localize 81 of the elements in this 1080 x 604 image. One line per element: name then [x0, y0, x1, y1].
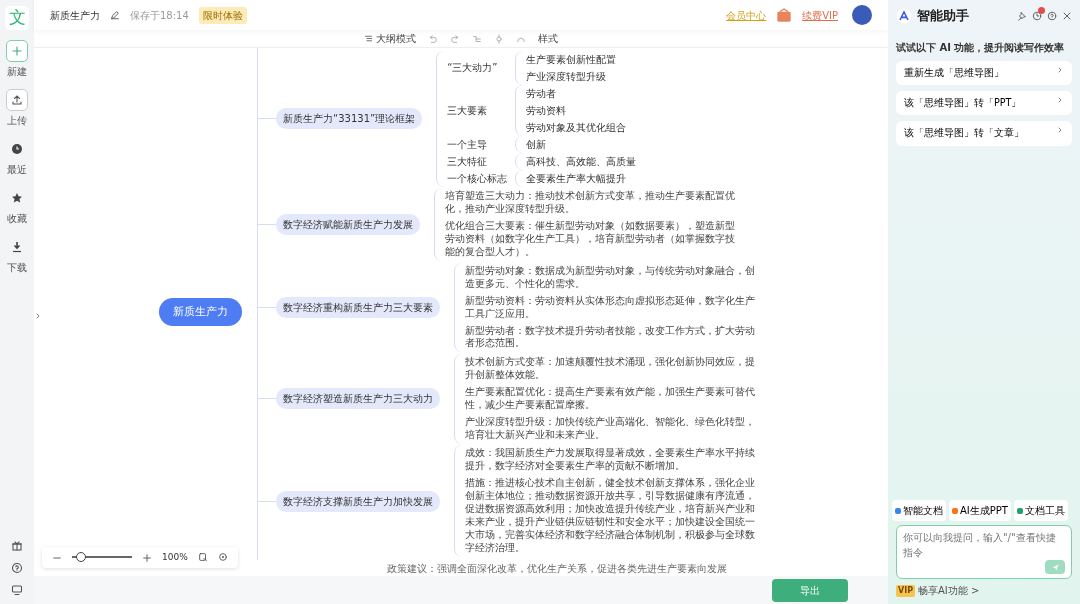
- close-button[interactable]: [1062, 10, 1072, 21]
- style-button[interactable]: 样式: [538, 33, 558, 44]
- send-icon: [1050, 562, 1060, 572]
- note-text: 新型劳动对象：数据成为新型劳动对象，与传统劳动对象融合，创造更多元、个性化的需求。: [465, 264, 756, 291]
- assistant-logo-icon: [896, 7, 912, 24]
- leaf-node[interactable]: 全要素生产率大幅提升: [526, 169, 627, 187]
- save-status: 保存于18:14: [130, 8, 189, 23]
- note-text: 新型劳动者：数字技术提升劳动者技能，改变工作方式，扩大劳动者形态范围。: [465, 324, 756, 351]
- history-button[interactable]: [1032, 10, 1042, 21]
- subtopic-node[interactable]: 一个核心标志: [447, 170, 512, 186]
- clock-icon: [1032, 10, 1042, 21]
- note-text: 成效：我国新质生产力发展取得显著成效，全要素生产率水平持续提升，数字经济对全要素生产率的贡献不断增加。: [465, 447, 756, 474]
- clock-icon: [11, 143, 23, 155]
- slider-thumb[interactable]: [76, 552, 86, 563]
- leaf-node[interactable]: 产业深度转型升级: [526, 67, 617, 85]
- leaf-node[interactable]: 创新: [526, 135, 547, 153]
- document-title: 新质生产力: [50, 8, 100, 23]
- subtopic-node[interactable]: 一个主导: [447, 136, 512, 152]
- leaf-node[interactable]: 劳动资料: [526, 101, 627, 119]
- leaf-node[interactable]: 高科技、高效能、高质量: [526, 152, 637, 170]
- star-icon: [11, 192, 23, 204]
- prompt-text: 试试以下 AI 功能，提升阅读写作效率: [896, 40, 1066, 55]
- zoom-in-button[interactable]: [142, 551, 152, 564]
- notification-dot: [1038, 6, 1045, 14]
- pin-icon: [1017, 10, 1027, 21]
- note-text: 产业深度转型升级：加快传统产业高端化、智能化、绿色化转型，培育壮大新兴产业和未来产业。: [465, 415, 756, 442]
- leaf-node[interactable]: 劳动对象及其优化组合: [526, 118, 627, 136]
- note-text: 新型劳动资料：劳动资料从实体形态向虚拟形态延伸，数字化生产工具广泛应用。: [465, 294, 756, 321]
- tool-button[interactable]: 文档工具: [1013, 500, 1068, 521]
- node-icon[interactable]: [494, 33, 504, 44]
- sidebar-item[interactable]: 收藏: [6, 187, 28, 226]
- subtopic-node[interactable]: 三大要素: [447, 102, 512, 118]
- zoom-level: 100%: [162, 550, 188, 564]
- pin-button[interactable]: [1017, 10, 1027, 21]
- leaf-node[interactable]: 生产要素创新性配置: [526, 50, 617, 68]
- plus-icon: [11, 45, 23, 57]
- note-text: 生产要素配置优化：提高生产要素有效产能，加强生产要素可替代性，减少生产要素配置摩擦。: [465, 385, 756, 412]
- note-text: 技术创新方式变革：加速颠覆性技术涌现，强化创新协同效应，提升创新整体效能。: [465, 356, 756, 382]
- note-text: 优化组合三大要素：催生新型劳动对象（如数据要素），塑造新型劳动资料（如数字化生产工具），培育新型劳动者（如掌握数字技能的复合型人才）。: [445, 220, 736, 260]
- suggestion-item[interactable]: 该「思维导图」转「文章」: [896, 121, 1072, 146]
- close-icon: [1062, 10, 1072, 21]
- download-icon: [11, 241, 23, 253]
- chevron-icon[interactable]: [34, 312, 42, 320]
- plus-icon: [142, 552, 152, 563]
- topic-node[interactable]: 数字经济支撑新质生产力加快发展: [276, 490, 440, 512]
- outline-mode-button[interactable]: 大纲模式: [364, 33, 416, 44]
- help-icon: [1047, 10, 1057, 21]
- trial-badge: 限时体验: [198, 6, 247, 24]
- root-node[interactable]: 新质生产力: [159, 297, 242, 327]
- help-icon[interactable]: [11, 562, 23, 574]
- help-button[interactable]: [1047, 10, 1057, 21]
- edit-icon[interactable]: [110, 10, 120, 20]
- sidebar-item[interactable]: 最近: [6, 138, 28, 177]
- tool-button[interactable]: AI生成PPT: [949, 500, 1011, 521]
- note-text: 培育塑造三大动力：推动技术创新方式变革，推动生产要素配置优化，推动产业深度转型升级。: [445, 190, 736, 217]
- leaf-node[interactable]: 劳动者: [526, 84, 627, 102]
- user-avatar[interactable]: [852, 5, 872, 25]
- subtopic-node[interactable]: “三大动力”: [447, 60, 512, 76]
- upload-icon: [11, 94, 23, 106]
- topic-node[interactable]: 新质生产力“33131”理论框架: [276, 108, 423, 130]
- fit-icon[interactable]: [197, 552, 208, 563]
- note-text: 政策建议：强调全面深化改革，优化生产关系，促进各类先进生产要素向发展: [387, 561, 728, 576]
- ai-features-link[interactable]: 畅享AI功能 >: [918, 583, 980, 598]
- suggestion-item[interactable]: 重新生成「思维导图」: [896, 60, 1072, 85]
- list-icon: [364, 34, 373, 43]
- monitor-icon[interactable]: [11, 584, 23, 596]
- topic-node[interactable]: 数字经济重构新质生产力三大要素: [276, 297, 440, 319]
- panel-title: 智能助手: [917, 7, 970, 25]
- tool-button[interactable]: 智能文档: [892, 500, 946, 521]
- chevron-icon: [1056, 65, 1064, 74]
- question-box[interactable]: 你可以向我提问，输入"/"查看快捷指令: [896, 525, 1072, 579]
- suggestion-item[interactable]: 该「思维导图」转「PPT」: [896, 90, 1072, 116]
- sidebar-item[interactable]: 下载: [6, 236, 28, 275]
- note-text: 措施：推进核心技术自主创新，健全技术创新支撑体系，强化企业创新主体地位；推动数据资源开放共享，引导数据健康有序流通，促进数据资源高效利用；加快改造提升传统产业，培育新兴产业和未来产业，提升产业链供应链韧性和安全水平；加快建设全国统一大市场，完善实体经济和数字经济融合体制机制，积极参与全球数字经济治理。: [465, 477, 756, 555]
- topic-node[interactable]: 数字经济塑造新质生产力三大动力: [276, 388, 440, 410]
- locate-icon[interactable]: [217, 552, 228, 563]
- chevron-icon: [1056, 126, 1064, 135]
- vip-badge: VIP: [896, 584, 916, 597]
- chevron-icon: [1056, 95, 1064, 104]
- topic-node[interactable]: 数字经济赋能新质生产力发展: [276, 214, 420, 236]
- subtopic-node[interactable]: 三大特征: [447, 153, 512, 169]
